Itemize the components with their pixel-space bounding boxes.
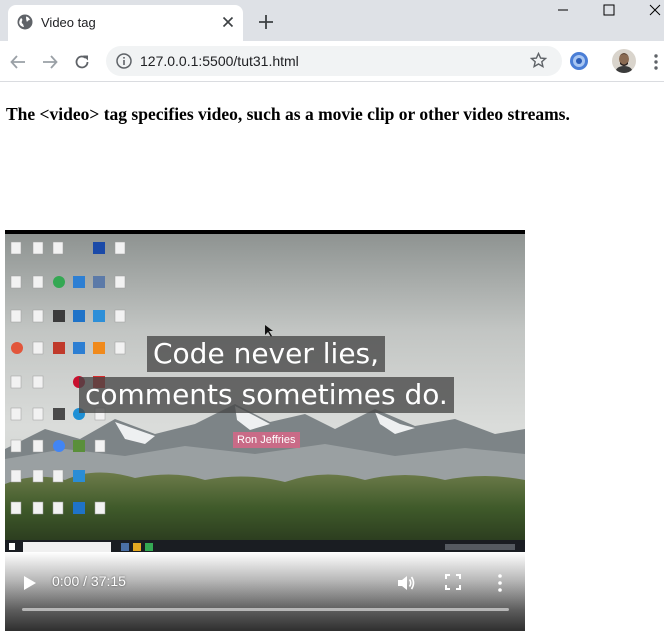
reload-icon[interactable]	[73, 53, 91, 71]
tab-title: Video tag	[41, 15, 96, 30]
quote-line-1: Code never lies,	[147, 336, 386, 372]
close-icon[interactable]	[222, 16, 234, 28]
page-heading: The <video> tag specifies video, such as…	[6, 104, 570, 124]
url-text: 127.0.0.1:5500/tut31.html	[140, 53, 299, 69]
fullscreen-icon[interactable]	[445, 574, 461, 590]
avatar[interactable]	[612, 49, 636, 73]
volume-icon[interactable]	[396, 573, 416, 593]
close-window-icon[interactable]	[647, 2, 663, 18]
video-player[interactable]: Code never lies, comments sometimes do. …	[5, 230, 525, 631]
globe-icon	[17, 14, 33, 30]
progress-bar[interactable]	[22, 608, 509, 611]
video-controls: 0:00 / 37:15	[5, 552, 525, 631]
more-options-icon[interactable]	[496, 573, 504, 593]
play-icon[interactable]	[23, 575, 37, 591]
address-bar[interactable]: 127.0.0.1:5500/tut31.html	[106, 46, 562, 76]
info-icon[interactable]	[116, 53, 132, 69]
back-arrow-icon[interactable]	[9, 53, 27, 71]
menu-kebab-icon[interactable]	[648, 53, 664, 71]
quote-line-2: comments sometimes do.	[79, 377, 454, 413]
extension-icon[interactable]	[569, 51, 589, 71]
tab-video-tag[interactable]: Video tag	[8, 5, 243, 41]
tab-strip: Video tag	[0, 0, 664, 41]
minimize-icon[interactable]	[555, 2, 571, 18]
new-tab-icon[interactable]	[258, 14, 274, 30]
forward-arrow-icon[interactable]	[41, 53, 59, 71]
maximize-icon[interactable]	[601, 2, 617, 18]
profile-avatar-icon	[612, 49, 636, 73]
quote-author: Ron Jeffries	[233, 432, 300, 448]
browser-toolbar: 127.0.0.1:5500/tut31.html	[0, 41, 664, 82]
star-icon[interactable]	[530, 52, 547, 69]
time-display: 0:00 / 37:15	[52, 573, 126, 589]
